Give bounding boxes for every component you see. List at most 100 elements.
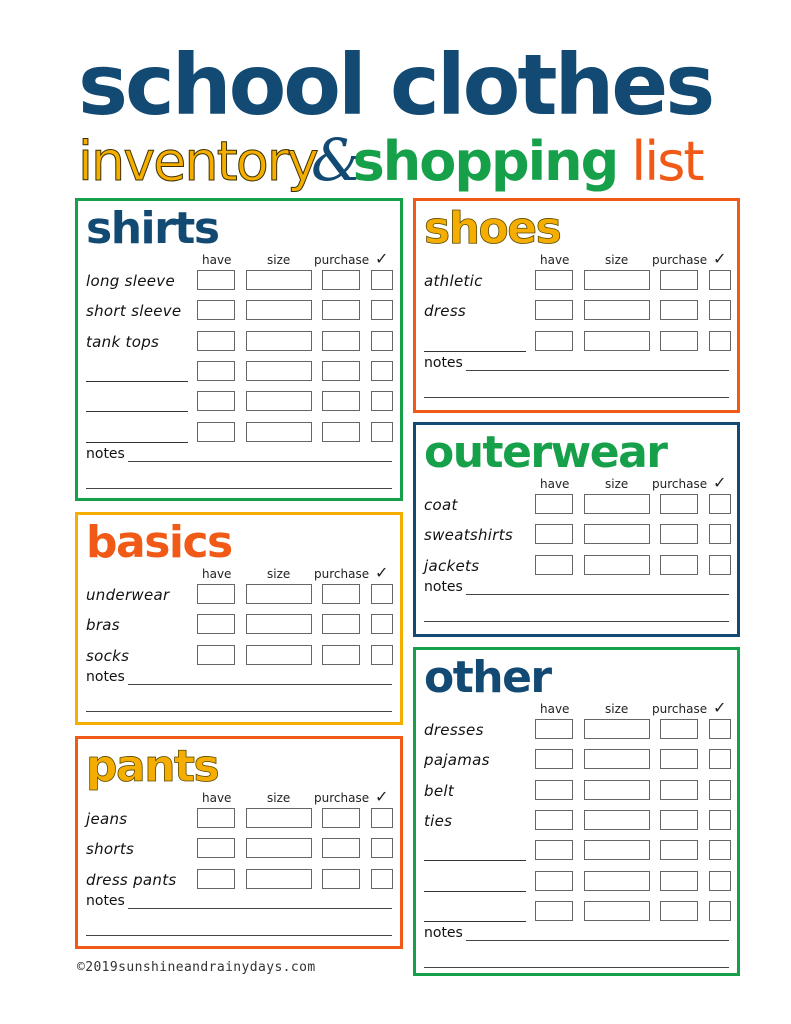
purchase-box[interactable] [322, 391, 360, 412]
size-box[interactable] [584, 270, 650, 290]
size-box[interactable] [584, 779, 650, 800]
notes-line[interactable] [86, 487, 392, 489]
have-box[interactable] [197, 808, 235, 828]
blank-item-line[interactable] [424, 890, 526, 892]
check-box[interactable] [709, 840, 731, 861]
size-box[interactable] [246, 868, 312, 889]
have-box[interactable] [535, 840, 573, 861]
purchase-box[interactable] [322, 614, 360, 635]
check-box[interactable] [371, 360, 393, 381]
notes-line[interactable] [128, 683, 392, 685]
have-box[interactable] [535, 749, 573, 770]
purchase-box[interactable] [660, 300, 698, 321]
purchase-box[interactable] [322, 808, 360, 828]
size-box[interactable] [246, 300, 312, 321]
check-box[interactable] [709, 719, 731, 739]
have-box[interactable] [535, 300, 573, 321]
check-box[interactable] [709, 270, 731, 290]
size-box[interactable] [584, 719, 650, 739]
size-box[interactable] [584, 524, 650, 545]
size-box[interactable] [246, 360, 312, 381]
size-box[interactable] [584, 870, 650, 891]
have-box[interactable] [197, 330, 235, 351]
have-box[interactable] [535, 494, 573, 514]
notes-line[interactable] [424, 396, 729, 398]
blank-item-line[interactable] [86, 441, 188, 443]
purchase-box[interactable] [322, 868, 360, 889]
notes-line[interactable] [128, 460, 392, 462]
check-box[interactable] [709, 900, 731, 921]
purchase-box[interactable] [322, 838, 360, 859]
have-box[interactable] [197, 868, 235, 889]
purchase-box[interactable] [660, 870, 698, 891]
notes-line[interactable] [86, 934, 392, 936]
check-box[interactable] [709, 870, 731, 891]
blank-item-line[interactable] [86, 411, 188, 413]
have-box[interactable] [535, 809, 573, 830]
purchase-box[interactable] [660, 900, 698, 921]
size-box[interactable] [584, 809, 650, 830]
check-box[interactable] [709, 524, 731, 545]
purchase-box[interactable] [322, 300, 360, 321]
check-box[interactable] [371, 270, 393, 290]
notes-line[interactable] [424, 967, 729, 969]
have-box[interactable] [535, 719, 573, 739]
purchase-box[interactable] [660, 330, 698, 351]
blank-item-line[interactable] [424, 350, 526, 352]
check-box[interactable] [371, 421, 393, 442]
check-box[interactable] [371, 808, 393, 828]
purchase-box[interactable] [322, 330, 360, 351]
have-box[interactable] [535, 779, 573, 800]
size-box[interactable] [246, 838, 312, 859]
size-box[interactable] [584, 330, 650, 351]
size-box[interactable] [246, 391, 312, 412]
purchase-box[interactable] [322, 421, 360, 442]
blank-item-line[interactable] [424, 860, 526, 862]
purchase-box[interactable] [322, 360, 360, 381]
size-box[interactable] [246, 270, 312, 290]
have-box[interactable] [197, 391, 235, 412]
purchase-box[interactable] [660, 840, 698, 861]
check-box[interactable] [709, 330, 731, 351]
have-box[interactable] [535, 870, 573, 891]
check-box[interactable] [709, 554, 731, 575]
notes-line[interactable] [466, 593, 729, 595]
check-box[interactable] [709, 749, 731, 770]
size-box[interactable] [246, 808, 312, 828]
purchase-box[interactable] [660, 809, 698, 830]
blank-item-line[interactable] [86, 380, 188, 382]
purchase-box[interactable] [660, 749, 698, 770]
check-box[interactable] [371, 644, 393, 665]
have-box[interactable] [197, 584, 235, 604]
size-box[interactable] [584, 554, 650, 575]
size-box[interactable] [246, 644, 312, 665]
check-box[interactable] [371, 584, 393, 604]
size-box[interactable] [246, 614, 312, 635]
have-box[interactable] [535, 524, 573, 545]
check-box[interactable] [371, 868, 393, 889]
notes-line[interactable] [86, 710, 392, 712]
have-box[interactable] [197, 300, 235, 321]
check-box[interactable] [709, 809, 731, 830]
have-box[interactable] [197, 644, 235, 665]
check-box[interactable] [371, 838, 393, 859]
purchase-box[interactable] [660, 270, 698, 290]
have-box[interactable] [197, 270, 235, 290]
size-box[interactable] [584, 494, 650, 514]
check-box[interactable] [371, 330, 393, 351]
have-box[interactable] [197, 360, 235, 381]
purchase-box[interactable] [660, 554, 698, 575]
have-box[interactable] [535, 270, 573, 290]
size-box[interactable] [246, 421, 312, 442]
have-box[interactable] [535, 330, 573, 351]
have-box[interactable] [197, 614, 235, 635]
check-box[interactable] [709, 494, 731, 514]
have-box[interactable] [197, 838, 235, 859]
purchase-box[interactable] [322, 270, 360, 290]
purchase-box[interactable] [322, 644, 360, 665]
purchase-box[interactable] [660, 719, 698, 739]
check-box[interactable] [371, 614, 393, 635]
have-box[interactable] [197, 421, 235, 442]
notes-line[interactable] [466, 940, 729, 942]
have-box[interactable] [535, 554, 573, 575]
